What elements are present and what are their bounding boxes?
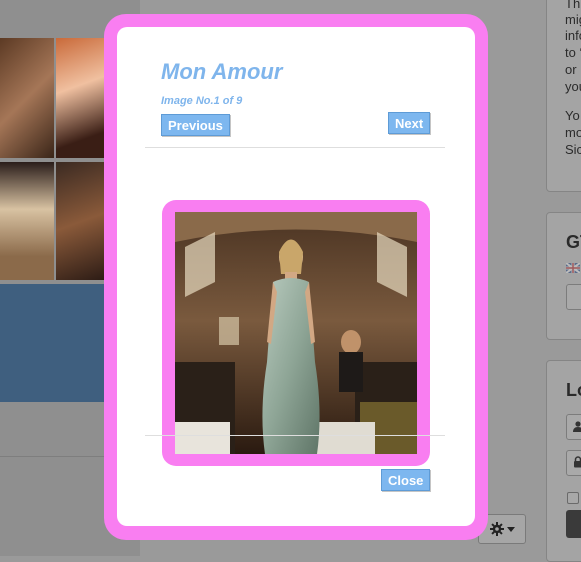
sidebar-text-line: Sic bbox=[565, 142, 581, 157]
user-icon bbox=[573, 421, 581, 432]
footer-divider bbox=[145, 435, 445, 436]
sidebar-text-line: mig bbox=[565, 12, 581, 27]
close-button[interactable]: Close bbox=[381, 469, 431, 491]
password-field[interactable] bbox=[566, 450, 581, 476]
sidebar-heading-translate: GT bbox=[566, 232, 581, 252]
sidebar-text-line: mo bbox=[565, 125, 581, 140]
gear-icon bbox=[489, 522, 504, 536]
uk-flag-icon[interactable] bbox=[566, 263, 580, 273]
sidebar-heading-login: Lo bbox=[566, 380, 581, 400]
gallery-thumbnail bbox=[0, 38, 54, 158]
background-blue-block bbox=[0, 284, 112, 402]
sidebar-text-line: or bbox=[565, 62, 577, 77]
gallery-thumbnail bbox=[0, 162, 54, 280]
header-divider bbox=[145, 147, 445, 148]
gallery-thumbnail bbox=[56, 38, 110, 158]
username-field[interactable] bbox=[566, 414, 581, 440]
image-frame bbox=[162, 200, 430, 466]
gallery-thumbnail bbox=[56, 162, 110, 280]
sidebar-text-line: Yo bbox=[565, 108, 580, 123]
sidebar-text-line: info bbox=[565, 28, 581, 43]
previous-button[interactable]: Previous bbox=[161, 114, 230, 136]
sidebar-text-line: to ‘ bbox=[565, 45, 581, 60]
sidebar-text-line: Th bbox=[565, 0, 581, 11]
sidebar-text-line: you bbox=[565, 79, 581, 94]
chevron-down-icon bbox=[506, 526, 515, 532]
lightbox-title: Mon Amour bbox=[161, 59, 283, 84]
remember-me-checkbox[interactable] bbox=[567, 492, 579, 504]
image-counter: Image No.1 of 9 bbox=[161, 95, 243, 107]
login-button[interactable] bbox=[566, 510, 581, 538]
language-select[interactable] bbox=[566, 284, 581, 310]
next-button[interactable]: Next bbox=[388, 112, 431, 134]
gallery-image bbox=[175, 212, 417, 454]
lock-icon bbox=[574, 456, 581, 468]
lightbox-dialog: Mon Amour Image No.1 of 9 Previous Next bbox=[117, 27, 475, 526]
